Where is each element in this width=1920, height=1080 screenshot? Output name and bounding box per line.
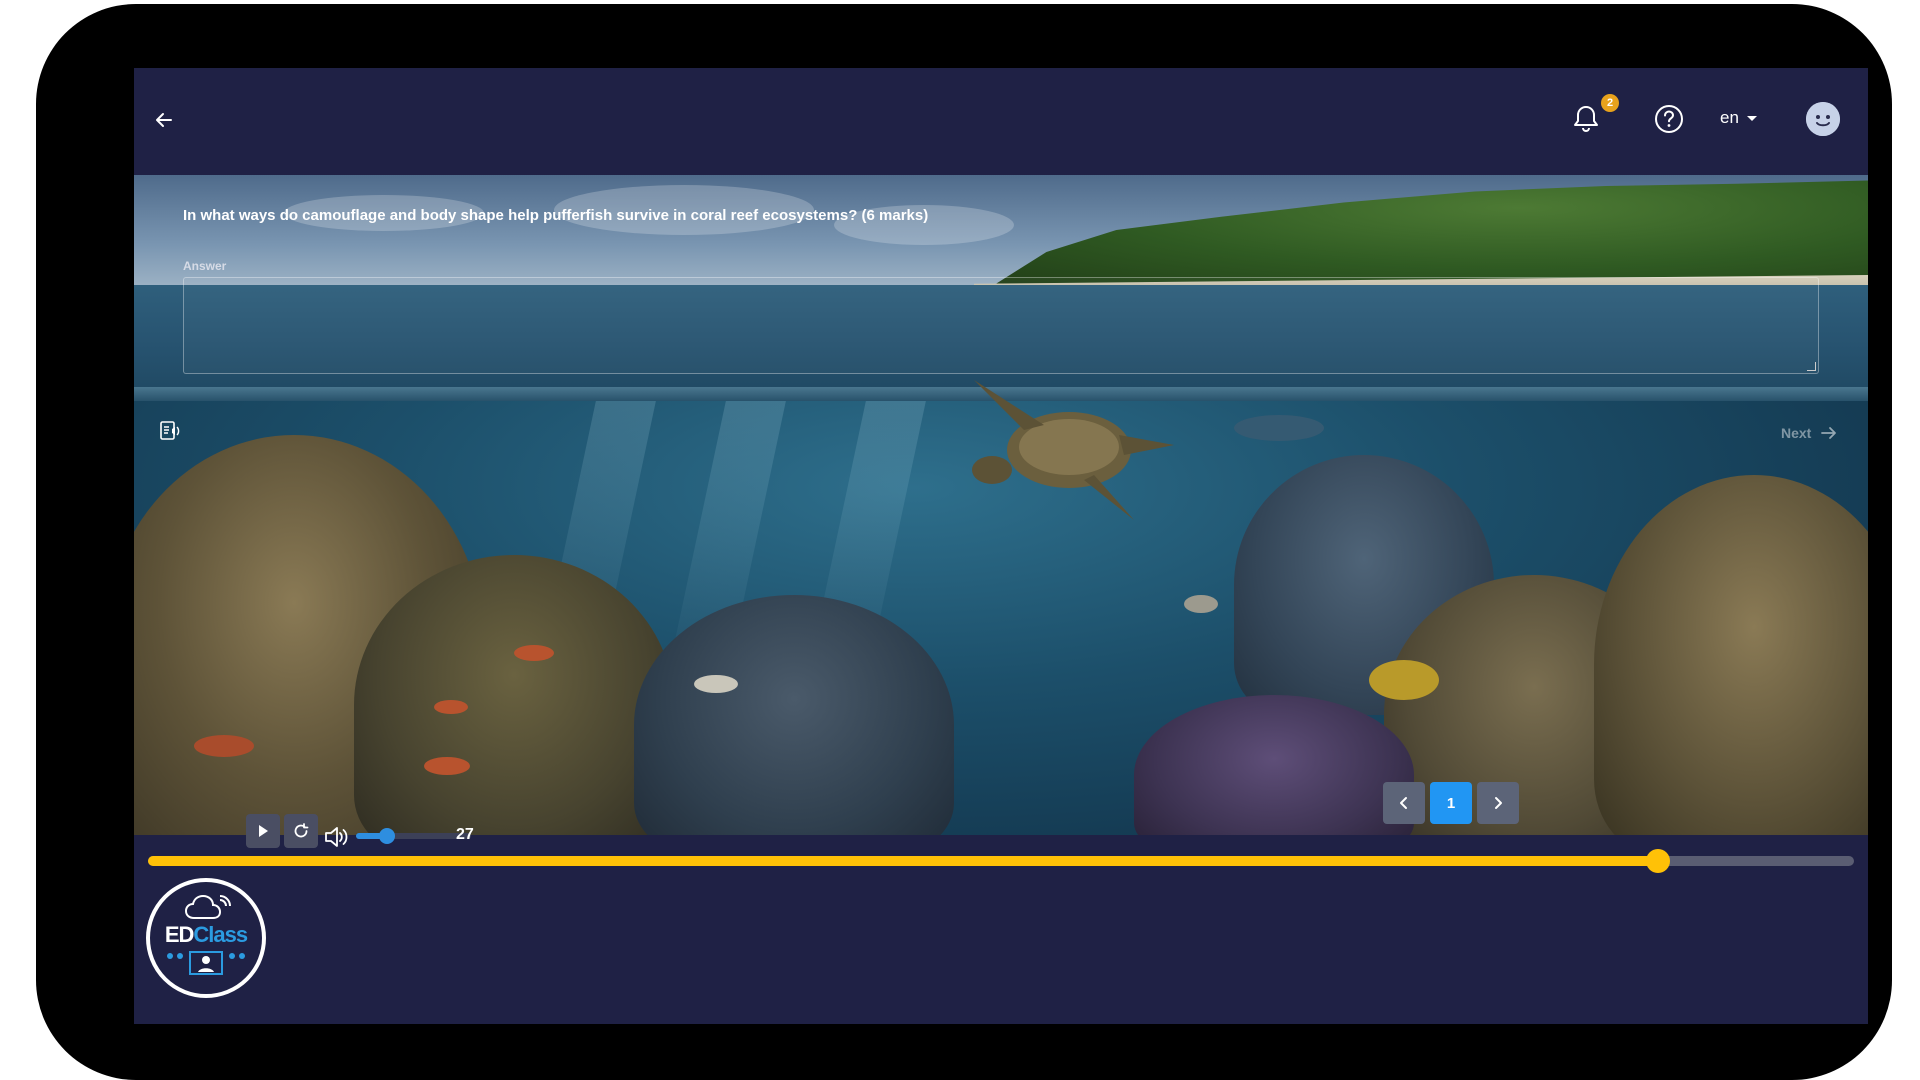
logo-text-right: Class [193,922,248,947]
fish [514,645,554,661]
text-to-speech-button[interactable] [158,419,182,443]
logo-text: EDClass [160,922,252,948]
language-selector[interactable]: en [1720,108,1757,128]
people-icon [167,951,245,975]
resize-handle[interactable] [1807,362,1816,371]
play-button[interactable] [246,814,280,848]
avatar-icon [1806,102,1840,136]
back-arrow-icon [156,113,172,127]
fish [434,700,468,714]
back-button[interactable] [144,100,184,140]
question-text: In what ways do camouflage and body shap… [183,207,929,224]
answer-label: Answer [183,259,227,273]
volume-value: 27 [456,826,474,843]
progress-thumb[interactable] [1645,849,1670,873]
cloud-icon [184,894,231,919]
previous-page-button[interactable] [1383,782,1425,824]
fish [1234,415,1324,441]
language-label: en [1720,108,1739,127]
coral [354,555,674,835]
arrow-right-icon [1821,427,1837,439]
avatar[interactable] [1806,102,1840,136]
fish [694,675,738,693]
sea-turtle [972,380,1174,520]
edclass-logo: EDClass [146,878,266,998]
next-button[interactable]: Next [1781,425,1837,441]
fish [194,735,254,757]
next-label: Next [1781,425,1812,441]
caret-down-icon [1746,115,1757,121]
logo-text-left: ED [164,922,195,947]
volume-thumb[interactable] [379,828,396,844]
notification-badge: 2 [1601,94,1619,112]
bell-icon [1574,106,1598,133]
volume-icon[interactable] [323,824,351,850]
fish [424,757,470,775]
answer-textarea[interactable] [183,277,1819,374]
app-screen: 2 en In what ways do camouflage and body… [134,68,1868,1024]
background-scene: In what ways do camouflage and body shap… [134,175,1868,835]
volume-slider[interactable] [356,828,471,844]
play-icon [259,825,268,837]
chevron-right-icon [1495,797,1502,809]
top-bar: 2 en [134,68,1868,175]
page-number-button[interactable]: 1 [1430,782,1472,824]
fish [1184,595,1218,613]
progress-fill [148,856,1658,866]
help-icon [1655,105,1683,133]
notifications-button[interactable] [1566,98,1606,138]
progress-bar[interactable] [148,849,1854,873]
next-page-button[interactable] [1477,782,1519,824]
text-to-speech-icon [160,421,180,440]
fish [1369,660,1439,700]
tablet-frame: 2 en In what ways do camouflage and body… [36,4,1892,1080]
chevron-left-icon [1400,797,1407,809]
replay-button[interactable] [284,814,318,848]
replay-icon [294,823,309,838]
help-button[interactable] [1652,102,1686,136]
